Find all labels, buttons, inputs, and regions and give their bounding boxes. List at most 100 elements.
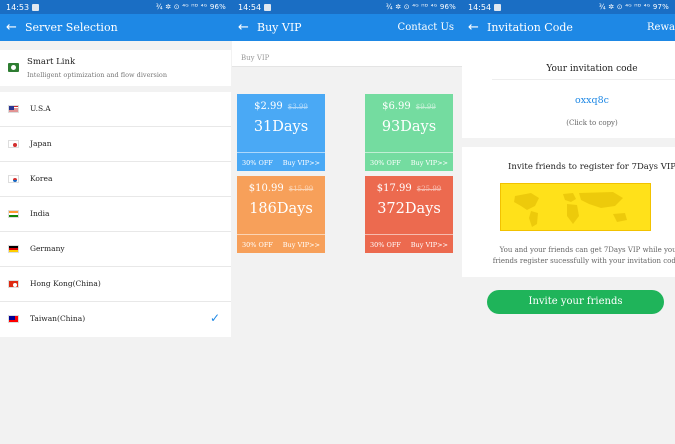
smart-link-icon bbox=[8, 63, 19, 72]
plan-days: 31Days bbox=[253, 119, 309, 135]
plan-footer: 30% OFF Buy VIP>> bbox=[237, 152, 325, 171]
server-item-japan[interactable]: Japan bbox=[0, 127, 231, 162]
server-list: U.S.A Japan Korea India Germany Hong Kon… bbox=[0, 92, 231, 337]
invitation-code-value[interactable]: oxxq8c bbox=[462, 95, 675, 106]
plan-days: 93Days bbox=[381, 119, 437, 135]
server-name: Taiwan(China) bbox=[30, 314, 86, 323]
germany-flag-icon bbox=[8, 245, 19, 253]
back-arrow-icon[interactable]: ← bbox=[6, 21, 22, 34]
japan-flag-icon bbox=[8, 140, 19, 148]
back-arrow-icon[interactable]: ← bbox=[468, 21, 484, 34]
hongkong-flag-icon bbox=[8, 280, 19, 288]
plan-discount: 30% OFF bbox=[370, 241, 401, 249]
page-title: Buy VIP bbox=[257, 21, 302, 34]
server-name: Hong Kong(China) bbox=[30, 279, 101, 288]
plan-price-row: $17.99 $25.99 bbox=[365, 183, 453, 194]
plan-price: $2.99 bbox=[254, 101, 283, 112]
taiwan-flag-icon bbox=[8, 315, 19, 323]
plan-card-186days[interactable]: $10.99 $15.99 186Days 30% OFF Buy VIP>> bbox=[237, 176, 325, 253]
buy-vip-link[interactable]: Buy VIP>> bbox=[411, 241, 448, 249]
divider bbox=[492, 79, 675, 80]
plan-footer: 30% OFF Buy VIP>> bbox=[237, 234, 325, 253]
world-map-icon bbox=[514, 192, 627, 227]
plan-days: 372Days bbox=[377, 201, 441, 217]
plan-price: $10.99 bbox=[248, 183, 284, 194]
status-time: 14:54 bbox=[468, 2, 492, 12]
server-selection-screen: 14:53 ¾ ✲ ⊙ ⁴ᴳ ᴴᴰ ⁴ᴳ 96% ← Server Select… bbox=[0, 0, 232, 444]
plan-old-price: $3.99 bbox=[287, 103, 308, 111]
status-icons: ¾ ✲ ⊙ ⁴ᴳ ᴴᴰ ⁴ᴳ 96% bbox=[385, 3, 456, 11]
invite-description: You and your friends can get 7Days VIP w… bbox=[462, 245, 675, 267]
buy-vip-link[interactable]: Buy VIP>> bbox=[283, 159, 320, 167]
page-title: Server Selection bbox=[25, 21, 118, 34]
server-name: Japan bbox=[30, 139, 52, 148]
plan-price-row: $6.99 $9.99 bbox=[365, 101, 453, 112]
smart-link-option[interactable]: Smart Link Intelligent optimization and … bbox=[0, 50, 231, 86]
section-header: Buy VIP bbox=[232, 41, 462, 67]
india-flag-icon bbox=[8, 210, 19, 218]
page-title: Invitation Code bbox=[487, 21, 573, 34]
notification-icon bbox=[494, 3, 502, 11]
server-name: Germany bbox=[30, 244, 65, 253]
buy-vip-link[interactable]: Buy VIP>> bbox=[283, 241, 320, 249]
invitation-code-card: Your invitation code oxxq8c (Click to co… bbox=[462, 41, 675, 138]
copy-hint[interactable]: (Click to copy) bbox=[462, 119, 675, 127]
plan-card-93days[interactable]: $6.99 $9.99 93Days 30% OFF Buy VIP>> bbox=[365, 94, 453, 171]
status-bar: 14:54 ¾ ✲ ⊙ ⁴ᴳ ᴴᴰ ⁴ᴳ 97% bbox=[462, 0, 675, 14]
invite-description-line: You and your friends can get 7Days VIP w… bbox=[499, 246, 675, 254]
plan-old-price: $9.99 bbox=[415, 103, 436, 111]
app-bar: ← Buy VIP Contact Us bbox=[232, 14, 462, 41]
invite-description-line: friends register sucessfully with your i… bbox=[492, 257, 675, 265]
server-item-taiwan[interactable]: Taiwan(China) ✓ bbox=[0, 302, 231, 337]
plan-card-372days[interactable]: $17.99 $25.99 372Days 30% OFF Buy VIP>> bbox=[365, 176, 453, 253]
plan-days: 186Days bbox=[249, 201, 313, 217]
server-item-germany[interactable]: Germany bbox=[0, 232, 231, 267]
notification-icon bbox=[264, 3, 272, 11]
plan-old-price: $25.99 bbox=[416, 185, 442, 193]
invite-friends-button[interactable]: Invite your friends bbox=[487, 290, 664, 314]
server-item-india[interactable]: India bbox=[0, 197, 231, 232]
plan-discount: 30% OFF bbox=[242, 241, 273, 249]
server-name: U.S.A bbox=[30, 104, 51, 113]
checkmark-icon: ✓ bbox=[209, 311, 220, 325]
plan-footer: 30% OFF Buy VIP>> bbox=[365, 234, 453, 253]
status-bar: 14:54 ¾ ✲ ⊙ ⁴ᴳ ᴴᴰ ⁴ᴳ 96% bbox=[232, 0, 462, 14]
server-item-hongkong[interactable]: Hong Kong(China) bbox=[0, 267, 231, 302]
plan-card-31days[interactable]: $2.99 $3.99 31Days 30% OFF Buy VIP>> bbox=[237, 94, 325, 171]
server-item-korea[interactable]: Korea bbox=[0, 162, 231, 197]
plan-price: $17.99 bbox=[376, 183, 412, 194]
reward-link[interactable]: Rewa bbox=[647, 22, 675, 33]
notification-icon bbox=[32, 3, 40, 11]
invitation-code-label: Your invitation code bbox=[546, 64, 638, 74]
plan-price: $6.99 bbox=[382, 101, 411, 112]
plan-discount: 30% OFF bbox=[370, 159, 401, 167]
invite-title: Invite friends to register for 7Days VIP bbox=[508, 162, 675, 172]
plan-footer: 30% OFF Buy VIP>> bbox=[365, 152, 453, 171]
plan-discount: 30% OFF bbox=[242, 159, 273, 167]
status-icons: ¾ ✲ ⊙ ⁴ᴳ ᴴᴰ ⁴ᴳ 97% bbox=[598, 3, 669, 11]
status-time: 14:54 bbox=[238, 2, 262, 12]
back-arrow-icon[interactable]: ← bbox=[238, 21, 254, 34]
korea-flag-icon bbox=[8, 175, 19, 183]
section-label: Buy VIP bbox=[241, 54, 270, 62]
status-bar: 14:53 ¾ ✲ ⊙ ⁴ᴳ ᴴᴰ ⁴ᴳ 96% bbox=[0, 0, 232, 14]
buy-vip-screen: 14:54 ¾ ✲ ⊙ ⁴ᴳ ᴴᴰ ⁴ᴳ 96% ← Buy VIP Conta… bbox=[232, 0, 462, 444]
invite-info-card: Invite friends to register for 7Days VIP… bbox=[462, 147, 675, 277]
status-icons: ¾ ✲ ⊙ ⁴ᴳ ᴴᴰ ⁴ᴳ 96% bbox=[155, 3, 226, 11]
smart-link-subtitle: Intelligent optimization and flow divers… bbox=[27, 71, 168, 79]
contact-us-link[interactable]: Contact Us bbox=[398, 22, 454, 33]
status-time: 14:53 bbox=[6, 2, 30, 12]
server-name: Korea bbox=[30, 174, 53, 183]
plan-price-row: $2.99 $3.99 bbox=[237, 101, 325, 112]
invitation-code-screen: 14:54 ¾ ✲ ⊙ ⁴ᴳ ᴴᴰ ⁴ᴳ 97% ← Invitation Co… bbox=[462, 0, 675, 444]
buy-vip-link[interactable]: Buy VIP>> bbox=[411, 159, 448, 167]
app-bar: ← Server Selection bbox=[0, 14, 232, 41]
app-bar: ← Invitation Code Rewa bbox=[462, 14, 675, 41]
server-item-usa[interactable]: U.S.A bbox=[0, 92, 231, 127]
smart-link-title: Smart Link bbox=[27, 57, 76, 67]
plan-price-row: $10.99 $15.99 bbox=[237, 183, 325, 194]
us-flag-icon bbox=[8, 105, 19, 113]
plan-old-price: $15.99 bbox=[288, 185, 314, 193]
server-name: India bbox=[30, 209, 50, 218]
world-map-image bbox=[500, 183, 651, 231]
